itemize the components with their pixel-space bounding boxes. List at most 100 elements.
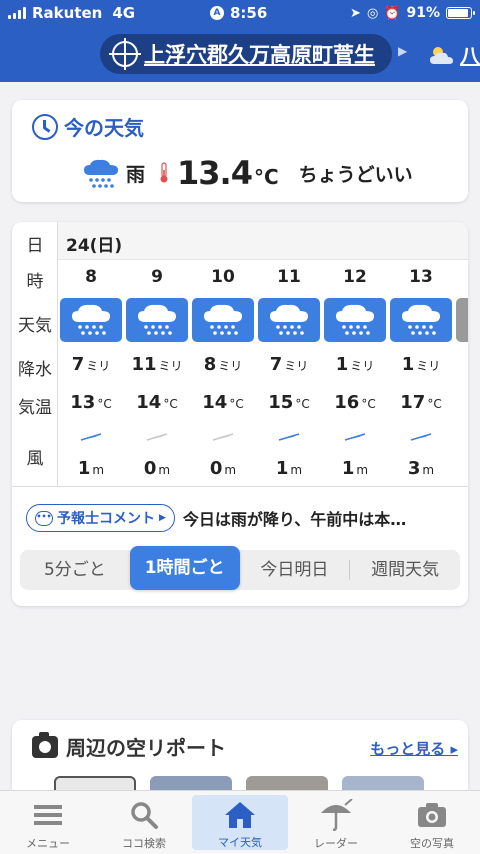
precipitation-value: 7 ミリ xyxy=(256,354,322,375)
clock-time: 8:56 xyxy=(230,4,268,22)
forecaster-comment-label: 予報士コメント xyxy=(57,511,155,527)
label-wind: 風 xyxy=(26,449,44,469)
feels-like-text: ちょうどいい xyxy=(298,163,413,186)
temperature-number: 15 xyxy=(268,392,294,413)
rain-icon xyxy=(84,159,118,188)
chevron-right-icon: ▶ xyxy=(159,513,166,523)
wind-speed-number: 1 xyxy=(77,458,91,479)
forecaster-comment-button[interactable]: ••• 予報士コメント ▶ xyxy=(26,504,175,532)
temperature-value: 17 °C xyxy=(388,392,454,413)
precipitation-value: 11 ミリ xyxy=(124,354,190,375)
label-temp: 気温 xyxy=(18,398,52,418)
temperature-value: 16 °C xyxy=(322,392,388,413)
weather-tile[interactable] xyxy=(390,298,452,342)
tab-menu[interactable]: メニュー xyxy=(0,791,96,854)
precipitation-value: 8 ミリ xyxy=(190,354,256,375)
network-type: 4G xyxy=(112,4,136,22)
current-temperature-unit: °C xyxy=(253,165,279,189)
forecast-hour: 9 xyxy=(151,267,163,287)
forecast-hour: 8 xyxy=(85,267,97,287)
temperature-value: 15 °C xyxy=(256,392,322,413)
temperature-value: 14 °C xyxy=(124,392,190,413)
wind-speed-value: 1m xyxy=(322,458,388,479)
precipitation-value: 1 ミリ xyxy=(388,354,454,375)
weather-tile[interactable] xyxy=(60,298,122,342)
forecast-hour: 13 xyxy=(409,267,433,287)
wind-speed-number: 3 xyxy=(407,458,421,479)
wind-speed-unit: m xyxy=(158,463,171,477)
next-location[interactable]: 八 xyxy=(428,40,480,69)
rain-icon xyxy=(138,304,176,335)
search-icon xyxy=(129,799,159,831)
tab-today-tomorrow[interactable]: 今日明日 xyxy=(240,550,350,590)
weather-tile[interactable] xyxy=(192,298,254,342)
row-labels: 日 時 天気 降水 気温 風 xyxy=(12,222,58,486)
wind-speed-number: 0 xyxy=(143,458,157,479)
camera-icon xyxy=(416,799,448,831)
weather-tile[interactable] xyxy=(324,298,386,342)
temperature-unit: °C xyxy=(427,397,442,411)
weather-tile[interactable] xyxy=(126,298,188,342)
temperature-unit: °C xyxy=(295,397,310,411)
speech-bubble-icon: ••• xyxy=(35,510,53,526)
weather-tile[interactable] xyxy=(258,298,320,342)
precipitation-value: 7 ミリ xyxy=(58,354,124,375)
tab-my-weather[interactable]: マイ天気 xyxy=(192,795,288,850)
temperature-unit: °C xyxy=(97,397,112,411)
wind-speed-value: 0m xyxy=(190,458,256,479)
tab-search[interactable]: ココ検索 xyxy=(96,791,192,854)
location-arrow-icon: ➤ xyxy=(350,5,361,21)
current-weather-title: 今の天気 xyxy=(64,116,144,140)
precipitation-unit: ミリ xyxy=(350,359,375,373)
location-next-arrow-icon[interactable]: ▶ xyxy=(398,44,407,58)
current-location-icon xyxy=(109,38,141,70)
forecaster-comment-text[interactable]: 今日は雨が降り、午前中は本… xyxy=(183,506,406,530)
wind-speed-unit: m xyxy=(356,463,369,477)
forecast-hour: 12 xyxy=(343,267,367,287)
wind-speed-unit: m xyxy=(422,463,435,477)
camera-icon xyxy=(32,731,58,758)
rain-icon xyxy=(270,304,308,335)
precipitation-unit: ミリ xyxy=(284,359,309,373)
divider xyxy=(12,486,468,487)
radar-umbrella-icon xyxy=(319,799,353,831)
wind-speed-unit: m xyxy=(290,463,303,477)
location-name: 上浮穴郡久万高原町菅生 xyxy=(144,43,375,67)
location-selector[interactable]: 上浮穴郡久万高原町菅生 xyxy=(100,34,392,74)
tab-sky-photos[interactable]: 空の写真 xyxy=(384,791,480,854)
alarm-icon: ⏰ xyxy=(384,5,401,21)
next-location-name: 八 xyxy=(460,44,480,68)
forecast-range-tabs: 5分ごと 1時間ごと 今日明日 週間天気 xyxy=(20,546,460,590)
next-weather-tile[interactable] xyxy=(456,298,468,342)
wind-speed-unit: m xyxy=(224,463,237,477)
wind-speed-number: 0 xyxy=(209,458,223,479)
location-header: 上浮穴郡久万高原町菅生 ▶ 八 xyxy=(0,26,480,82)
temperature-unit: °C xyxy=(361,397,376,411)
temperature-unit: °C xyxy=(163,397,178,411)
wind-speed-value: 3m xyxy=(388,458,454,479)
wind-speed-number: 1 xyxy=(341,458,355,479)
tab-label: ココ検索 xyxy=(122,837,166,850)
tab-5min[interactable]: 5分ごと xyxy=(20,550,130,590)
signal-icon xyxy=(8,7,26,19)
temperature-number: 16 xyxy=(334,392,360,413)
thermometer-icon xyxy=(160,162,168,183)
see-more-label: もっと見る xyxy=(370,740,446,758)
temperature-number: 14 xyxy=(202,392,228,413)
precipitation-unit: ミリ xyxy=(416,359,441,373)
wind-speed-value: 0m xyxy=(124,458,190,479)
label-day: 日 xyxy=(26,236,44,256)
wind-speed-number: 1 xyxy=(275,458,289,479)
forecast-hour: 11 xyxy=(277,267,301,287)
see-more-link[interactable]: もっと見る ▸ xyxy=(370,738,458,759)
tab-weekly[interactable]: 週間天気 xyxy=(350,550,460,590)
tab-radar[interactable]: レーダー xyxy=(288,791,384,854)
precipitation-number: 11 xyxy=(131,354,157,375)
forecast-date: 24(日) xyxy=(66,236,123,256)
temperature-value: 13 °C xyxy=(58,392,124,413)
current-weather-text: 雨 xyxy=(126,163,146,186)
battery-icon xyxy=(446,7,475,19)
status-bar: Rakuten 4G A 8:56 ➤ ◎ ⏰ 91% xyxy=(0,0,480,26)
tab-hourly[interactable]: 1時間ごと xyxy=(129,546,240,590)
screen-lock-icon: A xyxy=(210,6,224,20)
